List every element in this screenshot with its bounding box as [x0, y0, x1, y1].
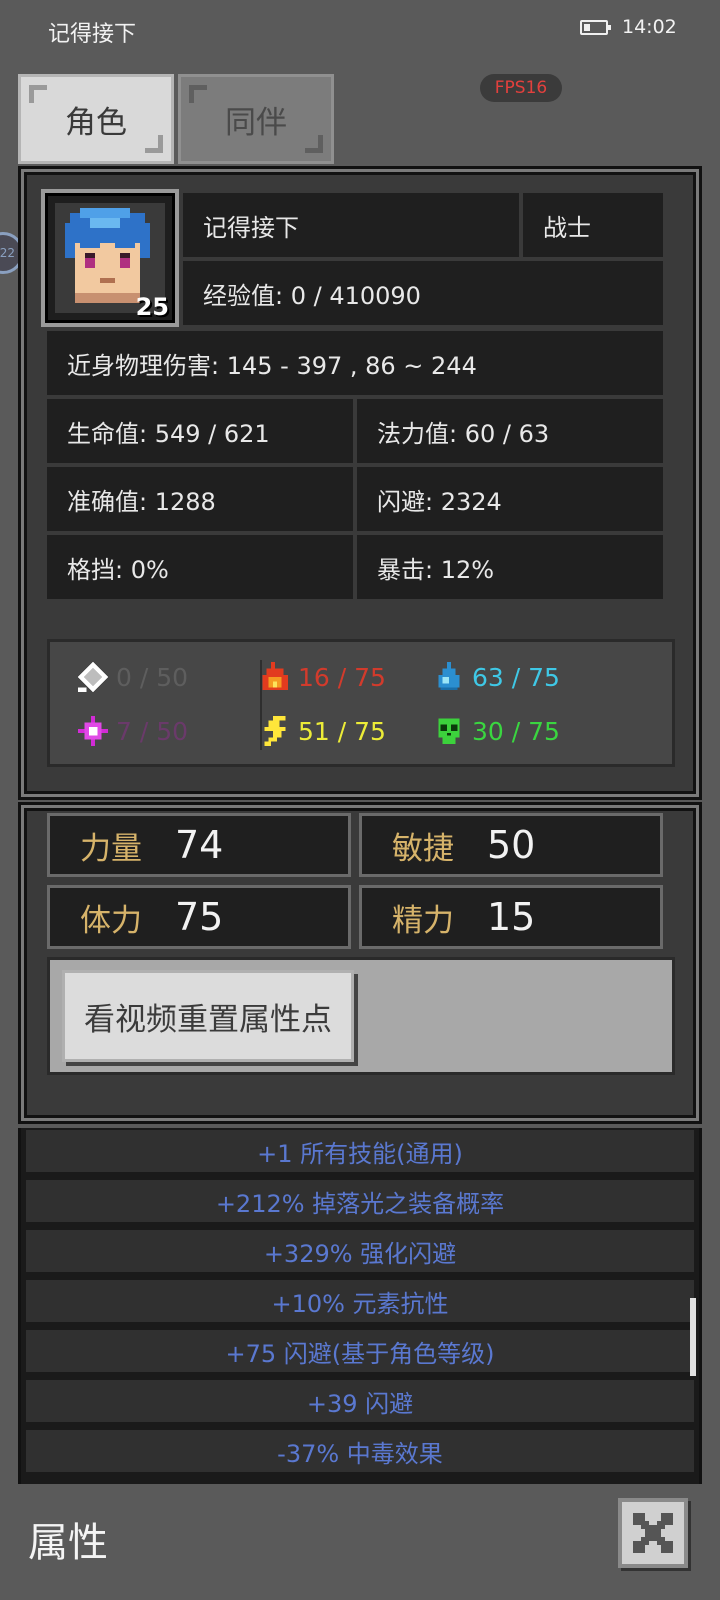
bonus-list[interactable]: +1 所有技能(通用) +212% 掉落光之装备概率 +329% 强化闪避 +1… [18, 1128, 702, 1484]
attribute-energy-label: 精力 [392, 902, 454, 939]
melee-damage-text: 近身物理伤害: 145 - 397 , 86 ~ 244 [67, 351, 477, 380]
bonus-row: +10% 元素抗性 [24, 1278, 696, 1324]
mp-stat-text: 法力值: 60 / 63 [377, 419, 550, 448]
bonus-row: +212% 掉落光之装备概率 [24, 1178, 696, 1224]
bonus-text: +212% 掉落光之装备概率 [215, 1189, 505, 1218]
character-panel: 25 记得接下 战士 经验值: 0 / 410090 近身物理伤害: 145 -… [18, 166, 702, 800]
tab-companion-label: 同伴 [225, 104, 287, 141]
character-name-text: 记得接下 [203, 213, 299, 242]
attribute-agility-value: 50 [487, 823, 536, 867]
dodge-stat: 闪避: 2324 [357, 467, 663, 531]
resistance-poison-value: 30 / 75 [472, 716, 560, 746]
character-portrait[interactable]: 25 [41, 189, 179, 327]
bonus-text: +1 所有技能(通用) [257, 1139, 463, 1168]
tab-character[interactable]: 角色 [18, 74, 174, 164]
attribute-panel: 力量 74 敏捷 50 体力 75 精力 15 看视频重置属性点 [18, 802, 702, 1124]
status-clock: 14:02 [622, 16, 677, 38]
status-bar: 记得接下 14:02 [0, 0, 720, 58]
tab-character-label: 角色 [65, 104, 127, 141]
accuracy-stat-text: 准确值: 1288 [67, 487, 216, 516]
bonus-text: +39 闪避 [306, 1389, 414, 1418]
close-button[interactable] [618, 1498, 688, 1568]
attribute-stamina: 体力 75 [47, 885, 351, 949]
physical-shield-icon [77, 661, 109, 693]
attribute-energy-value: 15 [487, 895, 536, 939]
attribute-strength: 力量 74 [47, 813, 351, 877]
character-class: 战士 [523, 193, 663, 257]
attribute-stamina-label: 体力 [80, 902, 142, 939]
bonus-scrollbar[interactable] [690, 1298, 696, 1376]
attribute-stamina-value: 75 [175, 895, 224, 939]
hp-stat-text: 生命值: 549 / 621 [67, 419, 270, 448]
attribute-energy: 精力 15 [359, 885, 663, 949]
block-stat: 格挡: 0% [47, 535, 353, 599]
bonus-row: +39 闪避 [24, 1378, 696, 1424]
experience-row: 经验值: 0 / 410090 [183, 261, 663, 325]
melee-damage-row: 近身物理伤害: 145 - 397 , 86 ~ 244 [47, 331, 663, 395]
attribute-agility-label: 敏捷 [392, 830, 454, 867]
bonus-text: +10% 元素抗性 [271, 1289, 449, 1318]
accuracy-stat: 准确值: 1288 [47, 467, 353, 531]
resistance-magic-value: 7 / 50 [116, 716, 189, 746]
character-name: 记得接下 [183, 193, 519, 257]
experience-text: 经验值: 0 / 410090 [203, 281, 421, 310]
magic-star-icon [78, 716, 108, 746]
resistance-fire: 16 / 75 [258, 660, 386, 694]
close-x-icon [633, 1513, 673, 1553]
attribute-agility: 敏捷 50 [359, 813, 663, 877]
status-app-title: 记得接下 [48, 22, 137, 47]
lightning-icon [264, 716, 286, 746]
reset-attributes-label: 看视频重置属性点 [84, 1001, 332, 1038]
bonus-text: +329% 强化闪避 [263, 1239, 457, 1268]
tab-companion[interactable]: 同伴 [178, 74, 334, 164]
resistance-fire-value: 16 / 75 [298, 662, 386, 692]
hp-stat: 生命值: 549 / 621 [47, 399, 353, 463]
crit-stat-text: 暴击: 12% [377, 555, 495, 584]
crit-stat: 暴击: 12% [357, 535, 663, 599]
battery-low-icon [580, 20, 611, 35]
reset-attributes-button[interactable]: 看视频重置属性点 [62, 970, 354, 1062]
resistance-physical-value: 0 / 50 [116, 662, 189, 692]
bonus-text: -37% 中毒效果 [277, 1439, 443, 1468]
block-stat-text: 格挡: 0% [67, 555, 169, 584]
resistance-lightning-value: 51 / 75 [298, 716, 386, 746]
resistance-magic: 7 / 50 [76, 714, 188, 748]
dodge-stat-text: 闪避: 2324 [377, 487, 502, 516]
resistance-lightning: 51 / 75 [258, 714, 386, 748]
character-class-text: 战士 [543, 213, 591, 242]
bonus-text: +75 闪避(基于角色等级) [225, 1339, 495, 1368]
resistance-box: 0 / 50 16 / 75 63 / 75 7 / 50 51 / 75 30… [47, 639, 675, 767]
fps-badge: FPS16 [480, 74, 562, 102]
resistance-water-value: 63 / 75 [472, 662, 560, 692]
reset-area: 看视频重置属性点 [47, 957, 675, 1075]
bonus-row: +1 所有技能(通用) [24, 1128, 696, 1174]
resistance-physical: 0 / 50 [76, 660, 188, 694]
resistance-poison: 30 / 75 [432, 714, 560, 748]
fire-icon [262, 662, 288, 690]
water-drop-icon [438, 662, 460, 690]
bonus-row: +329% 强化闪避 [24, 1228, 696, 1274]
resistance-water: 63 / 75 [432, 660, 560, 694]
footer-title: 属性 [28, 1520, 108, 1566]
bonus-row: -37% 中毒效果 [24, 1428, 696, 1474]
mp-stat: 法力值: 60 / 63 [357, 399, 663, 463]
poison-skull-icon [438, 718, 460, 744]
character-level: 25 [135, 293, 169, 321]
bonus-row: +75 闪避(基于角色等级) [24, 1328, 696, 1374]
attribute-strength-value: 74 [175, 823, 224, 867]
attribute-strength-label: 力量 [80, 830, 142, 867]
